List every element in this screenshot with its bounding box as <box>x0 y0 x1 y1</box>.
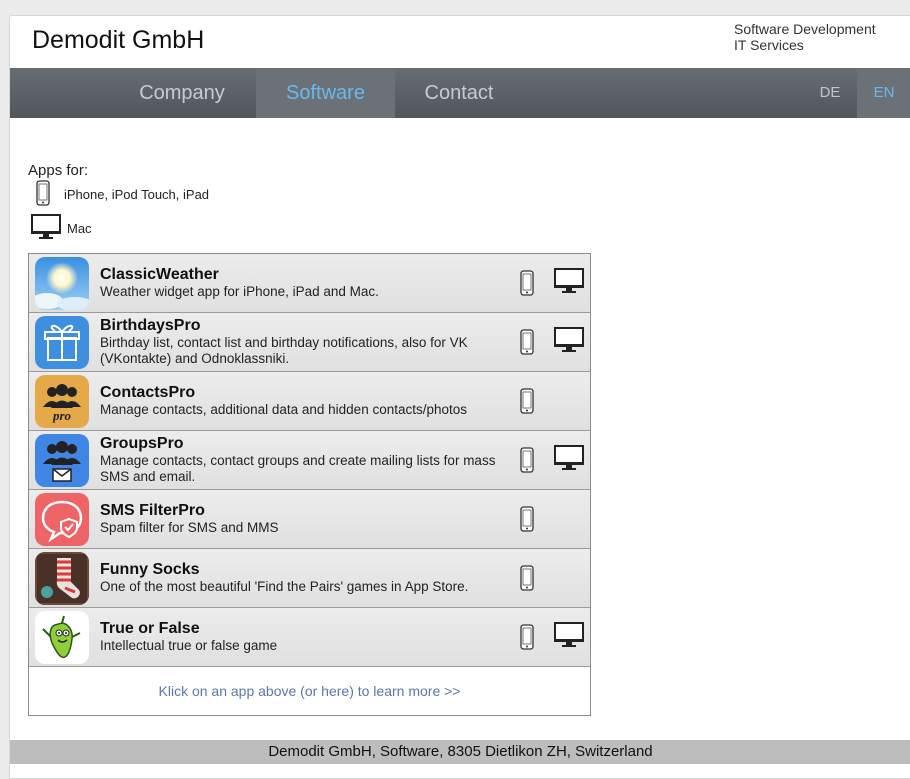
app-row-sms-filterpro[interactable]: SMS FilterPro Spam filter for SMS and MM… <box>29 490 590 549</box>
legend-mac: Mac <box>28 214 92 243</box>
app-list: ClassicWeather Weather widget app for iP… <box>28 253 591 716</box>
brand-name[interactable]: Demodit GmbH <box>32 26 204 55</box>
app-text: ContactsPro Manage contacts, additional … <box>100 372 500 430</box>
tagline-line-1: Software Development <box>734 21 876 37</box>
app-text: ClassicWeather Weather widget app for iP… <box>100 254 500 312</box>
app-name: GroupsPro <box>100 435 184 452</box>
site-footer: Demodit GmbH, Software, 8305 Dietlikon Z… <box>10 740 910 764</box>
sock-icon <box>35 552 89 605</box>
phone-icon <box>520 388 534 419</box>
app-description: Manage contacts, additional data and hid… <box>100 402 468 417</box>
monitor-icon <box>554 327 584 358</box>
app-text: SMS FilterPro Spam filter for SMS and MM… <box>100 490 500 548</box>
app-name: ContactsPro <box>100 384 196 401</box>
app-name: True or False <box>100 620 200 637</box>
nav-company[interactable]: Company <box>118 68 246 118</box>
nav-contact[interactable]: Contact <box>405 68 513 118</box>
main-nav: Company Software Contact DE EN <box>10 68 910 118</box>
monitor-icon <box>31 214 65 243</box>
sms-shield-icon <box>35 493 89 546</box>
weather-sun-icon <box>35 257 89 310</box>
app-description: Spam filter for SMS and MMS <box>100 520 279 535</box>
tagline: Software Development IT Services <box>734 21 876 53</box>
learn-more-link[interactable]: Klick on an app above (or here) to learn… <box>29 667 590 715</box>
pepper-character-icon <box>35 611 89 664</box>
groups-mail-icon <box>35 434 89 487</box>
monitor-icon <box>554 268 584 299</box>
phone-icon <box>520 270 534 301</box>
app-name: ClassicWeather <box>100 266 219 283</box>
app-text: GroupsPro Manage contacts, contact group… <box>100 431 500 489</box>
phone-icon <box>520 447 534 478</box>
legend-ios: iPhone, iPod Touch, iPad <box>28 180 209 209</box>
site-header: Demodit GmbH Software Development IT Ser… <box>10 16 910 68</box>
app-row-true-or-false[interactable]: True or False Intellectual true or false… <box>29 608 590 667</box>
svg-text:pro: pro <box>52 408 72 423</box>
legend-title: Apps for: <box>28 162 89 179</box>
legend-ios-label: iPhone, iPod Touch, iPad <box>64 187 210 202</box>
app-description: Intellectual true or false game <box>100 638 278 653</box>
app-name: SMS FilterPro <box>100 502 205 519</box>
app-name: Funny Socks <box>100 561 200 578</box>
monitor-icon <box>554 622 584 653</box>
app-description: Weather widget app for iPhone, iPad and … <box>100 284 379 299</box>
app-row-classicweather[interactable]: ClassicWeather Weather widget app for iP… <box>29 254 590 313</box>
app-text: True or False Intellectual true or false… <box>100 608 500 666</box>
app-description: Manage contacts, contact groups and crea… <box>100 453 496 484</box>
contacts-pro-icon: pro <box>35 375 89 428</box>
page-container: Demodit GmbH Software Development IT Ser… <box>9 15 910 779</box>
app-row-birthdayspro[interactable]: BirthdaysPro Birthday list, contact list… <box>29 313 590 372</box>
app-row-funny-socks[interactable]: Funny Socks One of the most beautiful 'F… <box>29 549 590 608</box>
phone-icon <box>520 565 534 596</box>
phone-icon <box>520 624 534 655</box>
phone-icon <box>520 506 534 537</box>
phone-icon <box>520 329 534 360</box>
legend-mac-label: Mac <box>67 221 92 236</box>
nav-software[interactable]: Software <box>256 68 395 118</box>
gift-icon <box>35 316 89 369</box>
apps-legend: Apps for: iPhone, iPod Touch, iPad Mac <box>28 162 209 239</box>
lang-de[interactable]: DE <box>810 68 850 118</box>
app-text: Funny Socks One of the most beautiful 'F… <box>100 549 500 607</box>
tagline-line-2: IT Services <box>734 37 804 53</box>
app-row-contactspro[interactable]: pro ContactsPro Manage contacts, additio… <box>29 372 590 431</box>
app-name: BirthdaysPro <box>100 317 201 334</box>
phone-icon <box>36 180 54 209</box>
monitor-icon <box>554 445 584 476</box>
lang-en[interactable]: EN <box>857 68 910 118</box>
app-description: One of the most beautiful 'Find the Pair… <box>100 579 469 594</box>
app-text: BirthdaysPro Birthday list, contact list… <box>100 313 500 371</box>
app-row-groupspro[interactable]: GroupsPro Manage contacts, contact group… <box>29 431 590 490</box>
app-description: Birthday list, contact list and birthday… <box>100 335 468 366</box>
